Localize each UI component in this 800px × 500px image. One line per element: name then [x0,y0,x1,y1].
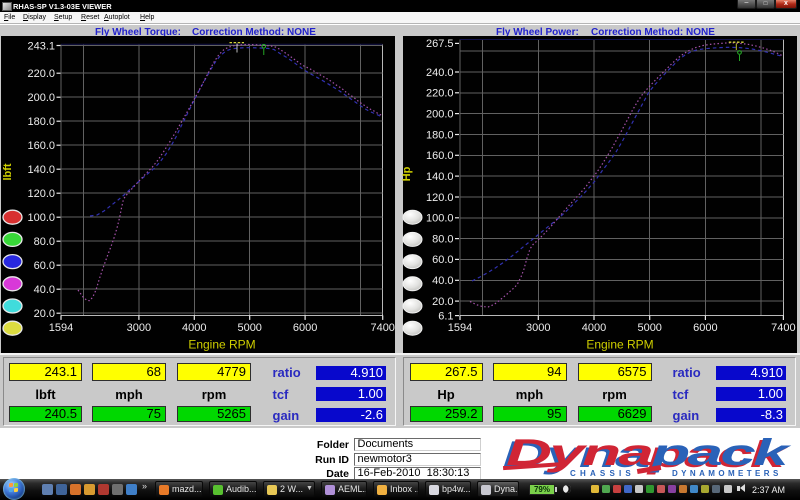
svg-text:60.0: 60.0 [432,254,453,266]
svg-text:120.0: 120.0 [426,192,454,204]
svg-text:5000: 5000 [637,322,661,334]
svg-text:180.0: 180.0 [27,116,55,128]
svg-text:20.0: 20.0 [34,308,55,320]
svg-text:200.0: 200.0 [27,92,55,104]
svg-text:240.0: 240.0 [426,67,454,79]
svg-text:80.0: 80.0 [34,236,55,248]
svg-text:180.0: 180.0 [426,129,454,141]
svg-text:lbft: lbft [2,163,14,180]
svg-text:20.0: 20.0 [432,296,453,308]
svg-text:4000: 4000 [182,322,206,334]
svg-text:6.1: 6.1 [438,310,453,322]
svg-text:267.5: 267.5 [426,38,454,50]
svg-text:40.0: 40.0 [34,284,55,296]
svg-text:220.0: 220.0 [426,88,454,100]
svg-text:Hp: Hp [401,166,413,181]
svg-text:160.0: 160.0 [426,150,454,162]
svg-text:80.0: 80.0 [432,233,453,245]
svg-text:1594: 1594 [448,322,472,334]
svg-text:Engine RPM: Engine RPM [188,338,255,352]
svg-text:160.0: 160.0 [27,140,55,152]
svg-text:100.0: 100.0 [27,212,55,224]
svg-text:200.0: 200.0 [426,108,454,120]
svg-text:7400: 7400 [370,322,394,334]
svg-text:140.0: 140.0 [426,171,454,183]
svg-text:1594: 1594 [49,322,73,334]
svg-text:60.0: 60.0 [34,260,55,272]
svg-text:4000: 4000 [582,322,606,334]
svg-text:140.0: 140.0 [27,164,55,176]
svg-text:220.0: 220.0 [27,68,55,80]
svg-text:243.1: 243.1 [27,40,55,52]
svg-text:6000: 6000 [693,322,717,334]
svg-text:7400: 7400 [771,322,795,334]
svg-text:120.0: 120.0 [27,188,55,200]
svg-text:100.0: 100.0 [426,213,454,225]
svg-text:6000: 6000 [293,322,317,334]
svg-text:3000: 3000 [127,322,151,334]
svg-text:3000: 3000 [526,322,550,334]
svg-text:Engine RPM: Engine RPM [586,338,653,352]
svg-text:5000: 5000 [237,322,261,334]
svg-text:40.0: 40.0 [432,275,453,287]
